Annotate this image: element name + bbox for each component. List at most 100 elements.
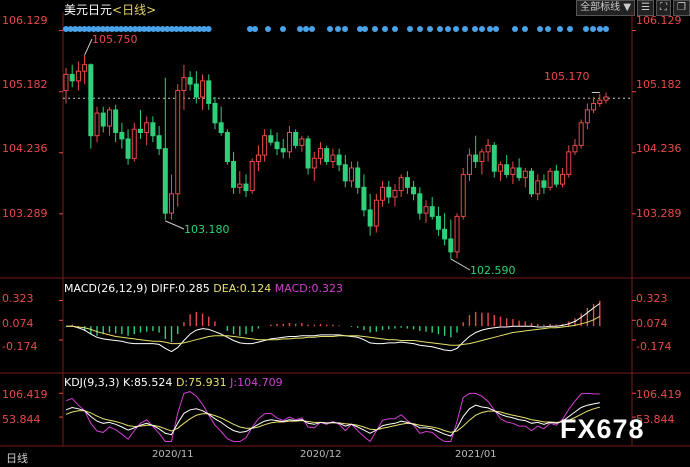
candle-body-77: [541, 180, 547, 188]
candle-body-47: [355, 167, 361, 188]
kdj-j-label: J:104.709: [230, 376, 283, 389]
candle-body-87: [603, 96, 609, 101]
watermark-logo: FX678: [560, 414, 645, 444]
event-dot-45: [382, 26, 388, 32]
candle-body-17: [169, 193, 175, 214]
candle-body-25: [218, 122, 224, 133]
candle-body-60: [435, 215, 441, 230]
candle-body-62: [448, 238, 454, 253]
candle-body-49: [367, 209, 373, 227]
macd-tick-left-0: 0.323: [2, 292, 34, 305]
annotation-label-3: 105.170: [544, 70, 590, 83]
event-dot-63: [567, 26, 573, 32]
price-tick-left-1: 105.182: [2, 78, 48, 91]
candle-body-11: [131, 128, 137, 159]
candle-body-53: [392, 190, 398, 198]
candle-body-10: [125, 138, 131, 159]
candle-body-67: [479, 151, 485, 163]
candle-body-12: [137, 128, 143, 133]
x-tick-2: 2021/01: [455, 449, 497, 460]
event-dot-31: [205, 26, 212, 32]
event-dot-49: [427, 26, 433, 32]
event-dot-54: [472, 26, 478, 32]
candle-body-34: [274, 141, 280, 150]
event-dot-61: [545, 26, 551, 32]
macd-tick-right-2: -0.174: [636, 340, 672, 353]
candle-body-40: [311, 157, 317, 169]
candle-body-65: [466, 154, 472, 175]
annotation-leader-0: [84, 38, 93, 56]
candle-body-29: [243, 183, 249, 192]
candle-body-74: [522, 170, 528, 179]
price-tick-right-2: 104.236: [636, 142, 682, 155]
event-dot-34: [265, 26, 271, 32]
candle-body-69: [491, 144, 497, 172]
event-dot-59: [522, 26, 528, 32]
macd-tick-right-1: 0.074: [636, 317, 668, 330]
macd-diff-label: DIFF:0.285: [151, 282, 210, 295]
event-dot-66: [597, 26, 603, 32]
candle-body-73: [516, 167, 522, 179]
event-dot-40: [335, 26, 341, 32]
candle-body-8: [113, 109, 119, 133]
period-label: 日线: [6, 452, 28, 465]
candle-body-50: [373, 199, 379, 227]
candle-body-14: [150, 122, 156, 137]
candle-body-68: [485, 144, 491, 153]
event-dot-51: [445, 26, 451, 32]
annotation-label-2: 102.590: [470, 264, 516, 277]
price-tick-right-3: 103.289: [636, 207, 682, 220]
event-dot-47: [407, 26, 413, 32]
candle-body-58: [423, 206, 429, 214]
candle-body-72: [510, 167, 516, 175]
candle-body-23: [206, 80, 212, 104]
price-tick-left-3: 103.289: [2, 207, 48, 220]
event-dot-56: [487, 26, 493, 32]
event-dot-46: [392, 26, 398, 32]
event-dot-35: [280, 26, 286, 32]
candle-body-0: [63, 73, 69, 92]
chart-canvas: 105.750 103.180 102.590 105.170: [0, 12, 690, 447]
macd-dea-label: DEA:0.124: [213, 282, 272, 295]
event-dot-64: [583, 26, 589, 32]
macd-title: MACD(26,12,9) DIFF:0.285 DEA:0.124 MACD:…: [64, 282, 343, 295]
annotation-leader-2: [450, 258, 471, 271]
candle-body-32: [262, 135, 268, 156]
candle-body-18: [175, 90, 181, 195]
kdj-tick-left-1: 53.844: [2, 413, 41, 426]
candle-body-59: [429, 206, 435, 217]
candle-body-42: [324, 148, 330, 163]
event-dot-60: [537, 26, 543, 32]
candle-body-51: [380, 186, 386, 201]
candle-body-39: [305, 138, 311, 169]
price-tick-right-1: 105.182: [636, 78, 682, 91]
candle-body-36: [286, 131, 292, 153]
candle-body-21: [193, 83, 199, 98]
candle-body-46: [349, 167, 355, 182]
candle-body-7: [106, 109, 112, 127]
candle-body-78: [547, 170, 553, 188]
annotation-leader-1: [165, 220, 185, 230]
candle-body-48: [361, 186, 367, 211]
event-dot-55: [479, 26, 485, 32]
candle-body-22: [200, 80, 206, 98]
candle-body-80: [560, 173, 566, 185]
event-dot-50: [437, 26, 443, 32]
annotation-label-0: 105.750: [92, 33, 138, 46]
candle-body-3: [82, 64, 88, 72]
candle-body-41: [317, 148, 323, 159]
candle-body-37: [293, 131, 299, 146]
candle-body-13: [144, 122, 150, 133]
candle-body-83: [578, 122, 584, 146]
candle-body-24: [212, 102, 218, 124]
candle-body-75: [529, 170, 535, 195]
candle-body-19: [181, 77, 187, 92]
candle-body-57: [417, 193, 423, 214]
kdj-d-label: D:75.931: [175, 376, 227, 389]
macd-tick-left-2: -0.174: [2, 340, 38, 353]
event-dot-57: [493, 26, 499, 32]
candle-body-2: [75, 70, 81, 82]
candle-body-27: [231, 161, 237, 188]
price-tick-left-0: 106.129: [2, 14, 48, 27]
candle-body-55: [404, 177, 410, 188]
